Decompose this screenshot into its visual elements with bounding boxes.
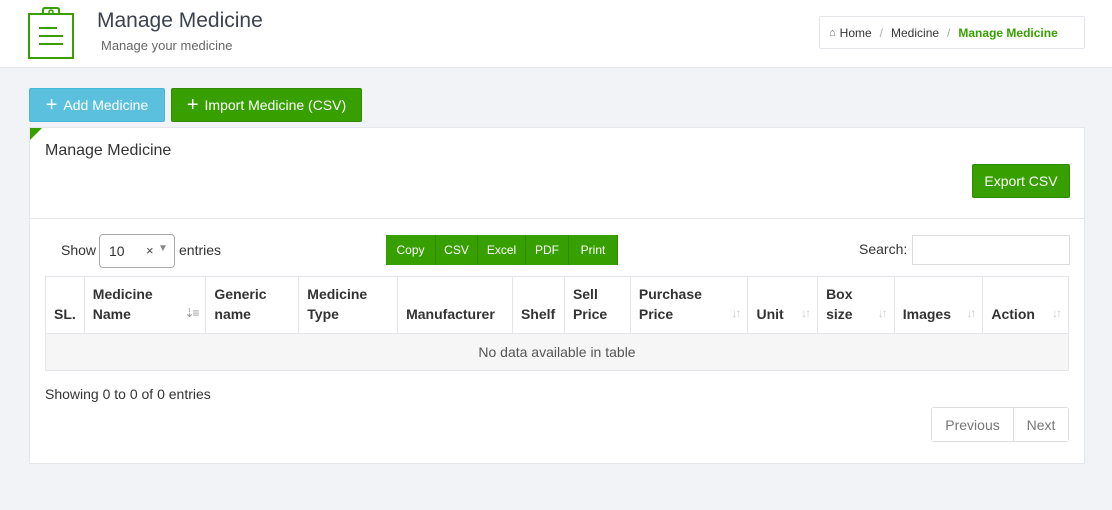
- home-icon: ⌂: [829, 26, 836, 39]
- plus-icon: +: [186, 94, 199, 116]
- sort-icon: ↓↑: [731, 306, 741, 320]
- column-header-manufacturer[interactable]: Manufacturer: [397, 276, 513, 334]
- sort-icon: ↓↑: [1052, 306, 1062, 320]
- pagination: Previous Next: [931, 407, 1069, 442]
- column-header-images[interactable]: Images ↓↑: [893, 276, 984, 334]
- column-header-sl[interactable]: SL.: [45, 276, 85, 334]
- column-header-medicine-type[interactable]: Medicine Type: [298, 276, 399, 334]
- column-header-unit[interactable]: Unit ↓↑: [747, 276, 819, 334]
- page-title: Manage Medicine: [97, 9, 263, 32]
- entries-label: entries: [179, 242, 222, 258]
- import-medicine-label: Import Medicine (CSV): [204, 97, 347, 113]
- sort-asc-icon: ⇣≡: [184, 306, 199, 320]
- column-header-shelf[interactable]: Shelf: [511, 276, 565, 334]
- table-export-buttons: Copy CSV Excel PDF Print: [386, 235, 618, 265]
- import-medicine-button[interactable]: + Import Medicine (CSV): [171, 88, 362, 122]
- breadcrumb: ⌂ Home / Medicine / Manage Medicine: [819, 16, 1085, 49]
- clear-icon[interactable]: ×: [146, 243, 154, 258]
- medicine-table: SL. Medicine Name ⇣≡ Generic name Medicin…: [45, 276, 1069, 371]
- export-csv-button[interactable]: Export CSV: [972, 164, 1070, 198]
- copy-button[interactable]: Copy: [386, 235, 436, 265]
- column-header-medicine-name[interactable]: Medicine Name ⇣≡: [83, 276, 207, 334]
- column-header-action[interactable]: Action ↓↑: [982, 276, 1069, 334]
- sort-icon: ↓↑: [877, 306, 888, 320]
- panel-title: Manage Medicine: [45, 142, 172, 159]
- table-empty-row: No data available in table: [45, 333, 1069, 371]
- breadcrumb-current: Manage Medicine: [958, 25, 1058, 40]
- panel-corner-accent: [30, 128, 42, 140]
- panel-divider: [30, 218, 1084, 219]
- page-header: Manage Medicine Manage your medicine ⌂ H…: [0, 0, 1112, 68]
- entries-select[interactable]: 10 × ▼: [99, 234, 175, 268]
- next-button[interactable]: Next: [1013, 408, 1068, 441]
- add-medicine-label: Add Medicine: [63, 97, 149, 113]
- column-header-generic-name[interactable]: Generic name: [205, 276, 300, 334]
- previous-button[interactable]: Previous: [932, 408, 1013, 441]
- column-header-sell-price[interactable]: Sell Price: [563, 276, 631, 334]
- caret-down-icon: ▼: [158, 243, 168, 254]
- sort-icon: ↓↑: [801, 306, 811, 320]
- table-header-row: SL. Medicine Name ⇣≡ Generic name Medicin…: [45, 276, 1069, 334]
- column-header-box-size[interactable]: Box size ↓↑: [817, 276, 895, 334]
- plus-icon: +: [45, 94, 58, 116]
- search-label: Search:: [859, 241, 908, 257]
- excel-button[interactable]: Excel: [478, 235, 526, 265]
- sort-icon: ↓↑: [966, 306, 976, 320]
- breadcrumb-separator: /: [947, 25, 951, 40]
- table-info: Showing 0 to 0 of 0 entries: [45, 386, 211, 402]
- add-medicine-button[interactable]: + Add Medicine: [29, 88, 165, 122]
- breadcrumb-home[interactable]: Home: [840, 26, 872, 40]
- column-header-purchase-price[interactable]: Purchase Price ↓↑: [629, 276, 749, 334]
- show-label: Show: [61, 242, 97, 258]
- entries-value: 10: [109, 243, 125, 259]
- csv-button[interactable]: CSV: [436, 235, 478, 265]
- breadcrumb-medicine[interactable]: Medicine: [891, 26, 939, 40]
- pdf-button[interactable]: PDF: [526, 235, 569, 265]
- search-input[interactable]: [912, 235, 1070, 265]
- breadcrumb-separator: /: [879, 25, 884, 40]
- manage-medicine-panel: Manage Medicine Export CSV Show 10 × ▼ e…: [29, 127, 1085, 464]
- clipboard-list-icon: [28, 7, 74, 59]
- print-button[interactable]: Print: [569, 235, 618, 265]
- page-subtitle: Manage your medicine: [101, 38, 233, 53]
- empty-table-message: No data available in table: [45, 333, 1069, 371]
